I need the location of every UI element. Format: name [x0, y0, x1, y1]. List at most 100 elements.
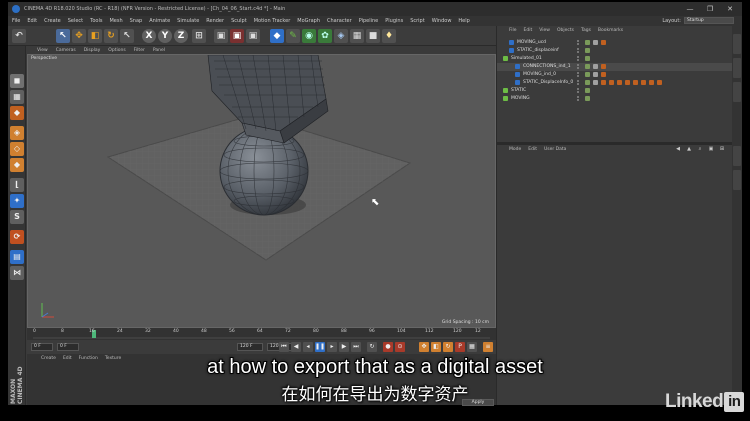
undo-button[interactable]: ↶ — [12, 29, 26, 43]
menu-file[interactable]: File — [12, 18, 20, 24]
live-selection-button[interactable]: ↖ — [56, 29, 70, 43]
floor-button[interactable]: ▦ — [350, 29, 364, 43]
visibility-dots-icon[interactable] — [577, 48, 581, 54]
viewport-menu-filter[interactable]: Filter — [134, 48, 145, 53]
recent-tool-button[interactable]: ↖ — [120, 29, 134, 43]
visibility-dots-icon[interactable] — [577, 72, 581, 78]
om-menu-objects[interactable]: Objects — [557, 28, 574, 33]
menu-render[interactable]: Render — [206, 18, 224, 24]
key-rotation-button[interactable]: ↻ — [443, 342, 453, 352]
om-menu-file[interactable]: File — [509, 28, 517, 33]
visibility-dots-icon[interactable] — [577, 64, 581, 70]
menu-script[interactable]: Script — [410, 18, 425, 24]
timeline-ruler[interactable]: 0 8 16 24 32 40 48 56 64 72 80 88 96 104… — [27, 328, 496, 340]
menu-window[interactable]: Window — [432, 18, 452, 24]
viewport-menu-display[interactable]: Display — [84, 48, 101, 53]
viewport-camera-label[interactable]: Perspective — [31, 56, 57, 61]
viewport-menu-panel[interactable]: Panel — [153, 48, 165, 53]
points-mode-button[interactable]: ◈ — [10, 126, 24, 140]
x-axis-button[interactable]: X — [142, 29, 156, 43]
om-menu-edit[interactable]: Edit — [524, 28, 533, 33]
object-row[interactable]: CONNECTIONS_ind_1 — [497, 63, 733, 71]
back-arrow-icon[interactable]: ◀ — [674, 146, 682, 153]
menu-plugins[interactable]: Plugins — [385, 18, 403, 24]
autokey-button[interactable]: ⊙ — [395, 342, 405, 352]
object-row[interactable]: MOVING_ucd — [497, 39, 733, 47]
viewport-menu-cameras[interactable]: Cameras — [56, 48, 76, 53]
subdivision-button[interactable]: ◉ — [302, 29, 316, 43]
om-menu-bookmarks[interactable]: Bookmarks — [598, 28, 623, 33]
new-window-icon[interactable]: ⊞ — [718, 146, 726, 153]
visibility-dots-icon[interactable] — [577, 88, 581, 94]
array-button[interactable]: ✿ — [318, 29, 332, 43]
render-to-picture-viewer-button[interactable]: ▣ — [230, 29, 244, 43]
next-frame-button[interactable]: ▸ — [327, 342, 337, 352]
up-arrow-icon[interactable]: ▲ — [685, 146, 693, 153]
menu-animate[interactable]: Animate — [149, 18, 170, 24]
z-axis-button[interactable]: Z — [174, 29, 188, 43]
next-key-button[interactable]: ▶ — [339, 342, 349, 352]
menu-tools[interactable]: Tools — [90, 18, 102, 24]
minimize-button[interactable]: — — [680, 3, 700, 15]
lock-icon[interactable]: ▣ — [707, 146, 715, 153]
perspective-viewport[interactable]: Perspective Grid Spacing : 10 cm — [27, 54, 496, 328]
tab-layers[interactable] — [733, 170, 741, 190]
rotate-tool-button[interactable]: ↻ — [104, 29, 118, 43]
prev-frame-button[interactable]: ◂ — [303, 342, 313, 352]
light-button[interactable]: ♦ — [382, 29, 396, 43]
edges-mode-button[interactable]: ◇ — [10, 142, 24, 156]
tab-attributes[interactable] — [733, 146, 741, 166]
loop-button[interactable]: ↻ — [367, 342, 377, 352]
menu-sculpt[interactable]: Sculpt — [231, 18, 247, 24]
key-scale-button[interactable]: ◧ — [431, 342, 441, 352]
scale-tool-button[interactable]: ◧ — [88, 29, 102, 43]
menu-simulate[interactable]: Simulate — [177, 18, 199, 24]
move-tool-button[interactable]: ✥ — [72, 29, 86, 43]
tab-structure[interactable] — [733, 82, 741, 102]
search-icon[interactable]: ⌕ — [696, 146, 704, 153]
locked-workplane-button[interactable]: ⟳ — [10, 230, 24, 244]
object-row[interactable]: STATIC_DisplaceInfo_0 — [497, 79, 733, 87]
model-mode-button[interactable]: ◼ — [10, 74, 24, 88]
viewport-menu-view[interactable]: View — [37, 48, 48, 53]
visibility-dots-icon[interactable] — [577, 80, 581, 86]
prev-key-button[interactable]: ◀ — [291, 342, 301, 352]
timeline-window-button[interactable]: ≡ — [483, 342, 493, 352]
cube-button[interactable]: ◆ — [270, 29, 284, 43]
object-row[interactable]: Simulated_01 — [497, 55, 733, 63]
y-axis-button[interactable]: Y — [158, 29, 172, 43]
menu-mesh[interactable]: Mesh — [109, 18, 122, 24]
menu-pipeline[interactable]: Pipeline — [359, 18, 379, 24]
planar-workplane-button[interactable]: ▤ — [10, 250, 24, 264]
viewport-menu-options[interactable]: Options — [108, 48, 125, 53]
visibility-dots-icon[interactable] — [577, 56, 581, 62]
pen-button[interactable]: ✎ — [286, 29, 300, 43]
visibility-dots-icon[interactable] — [577, 40, 581, 46]
goto-start-button[interactable]: ⏮ — [279, 342, 289, 352]
menu-help[interactable]: Help — [458, 18, 469, 24]
texture-mode-button[interactable]: ▦ — [10, 90, 24, 104]
layout-dropdown[interactable]: Startup — [684, 17, 734, 24]
menu-motion-tracker[interactable]: Motion Tracker — [254, 18, 291, 24]
deformer-button[interactable]: ◈ — [334, 29, 348, 43]
polygons-mode-button[interactable]: ◆ — [10, 158, 24, 172]
key-param-button[interactable]: P — [455, 342, 465, 352]
close-button[interactable]: ✕ — [720, 3, 740, 15]
om-menu-view[interactable]: View — [539, 28, 550, 33]
menu-create[interactable]: Create — [44, 18, 61, 24]
solo-button[interactable]: ⋈ — [10, 266, 24, 280]
enable-axis-button[interactable]: ⌊ — [10, 178, 24, 192]
visibility-dots-icon[interactable] — [577, 96, 581, 102]
end-frame-field[interactable]: 120 F — [237, 343, 263, 351]
object-row[interactable]: STATIC — [497, 87, 733, 95]
am-menu-edit[interactable]: Edit — [528, 147, 537, 152]
tab-content-browser[interactable] — [733, 58, 741, 78]
object-row[interactable]: STATIC_displaceinf — [497, 47, 733, 55]
maximize-button[interactable]: ❐ — [700, 3, 720, 15]
am-menu-mode[interactable]: Mode — [509, 147, 521, 152]
menu-select[interactable]: Select — [68, 18, 83, 24]
object-row[interactable]: MOVING_ind_0 — [497, 71, 733, 79]
object-row[interactable]: MOVING — [497, 95, 733, 103]
render-view-button[interactable]: ▣ — [214, 29, 228, 43]
snap-button[interactable]: S — [10, 210, 24, 224]
